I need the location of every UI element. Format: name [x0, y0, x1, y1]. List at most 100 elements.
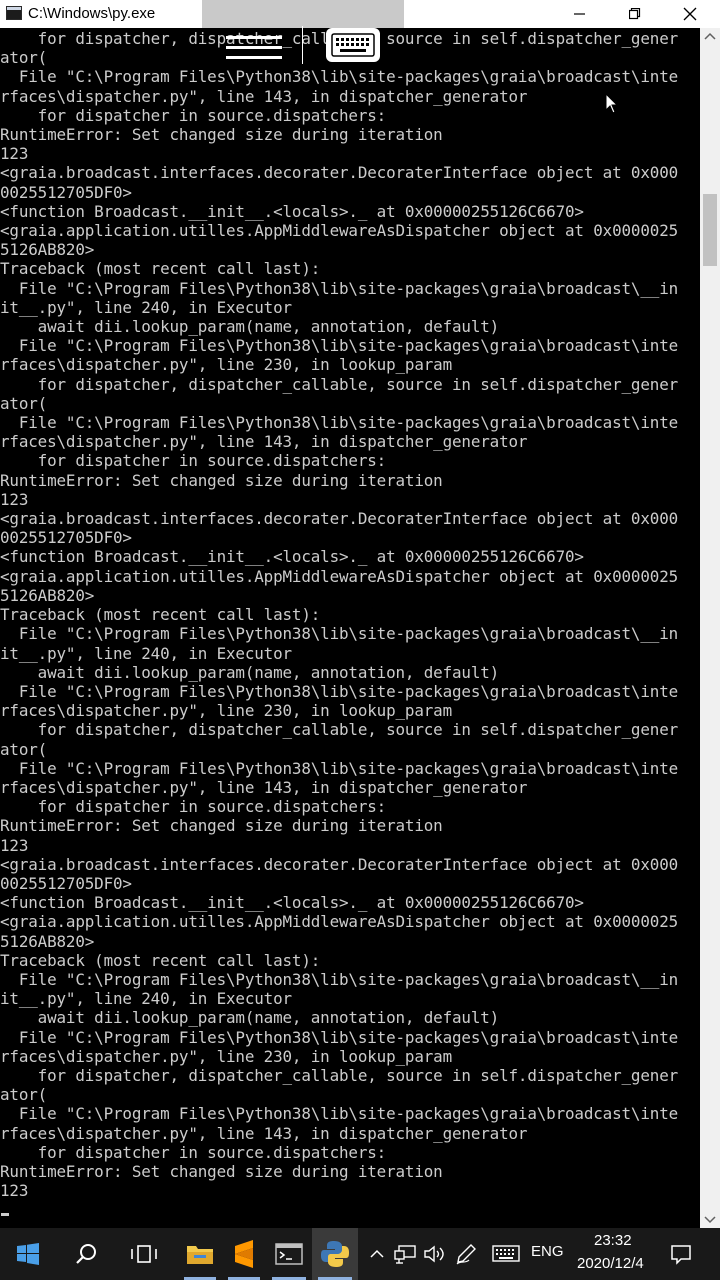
console-line: 0025512705DF0>	[0, 528, 132, 548]
folder-icon	[187, 1246, 213, 1264]
touch-keyboard-icon	[492, 1245, 520, 1262]
console-line: RuntimeError: Set changed size during it…	[0, 1161, 443, 1181]
console-line: for dispatcher in source.dispatchers:	[0, 105, 387, 125]
sublime-text-icon	[235, 1240, 253, 1268]
console-line: for dispatcher, dispatcher_callable, sou…	[0, 374, 679, 394]
start-button[interactable]	[6, 1228, 50, 1280]
console-line: 5126AB820>	[0, 585, 95, 605]
console-line: rfaces\dispatcher.py", line 230, in look…	[0, 701, 453, 721]
terminal-button[interactable]	[266, 1228, 312, 1280]
touch-keyboard-button[interactable]	[488, 1228, 524, 1280]
python-button[interactable]	[312, 1228, 358, 1280]
console-line: File "C:\Program Files\Python38\lib\site…	[0, 278, 679, 298]
windows-logo-icon	[17, 1243, 39, 1265]
console-line: File "C:\Program Files\Python38\lib\site…	[0, 624, 679, 644]
console-line: <graia.broadcast.interfaces.decorater.De…	[0, 509, 679, 529]
console-line: for dispatcher, dispatcher_callable, sou…	[0, 1065, 679, 1085]
console-line: await dii.lookup_param(name, annotation,…	[0, 1008, 500, 1028]
clock-date[interactable]: 2020/12/4	[577, 1255, 644, 1272]
console-line: File "C:\Program Files\Python38\lib\site…	[0, 67, 679, 87]
keyboard-glyph	[331, 33, 375, 57]
show-hidden-icons-button[interactable]	[366, 1228, 388, 1280]
console-line: rfaces\dispatcher.py", line 143, in disp…	[0, 777, 528, 797]
scrollbar-thumb[interactable]	[703, 194, 717, 266]
console-line: File "C:\Program Files\Python38\lib\site…	[0, 1027, 679, 1047]
console-line: for dispatcher in source.dispatchers:	[0, 797, 387, 817]
console-line: for dispatcher in source.dispatchers:	[0, 451, 387, 471]
console-line: Traceback (most recent call last):	[0, 605, 321, 625]
search-button[interactable]	[64, 1228, 108, 1280]
network-icon	[394, 1245, 416, 1264]
pen-workspace-button[interactable]	[452, 1228, 480, 1280]
console-line: RuntimeError: Set changed size during it…	[0, 470, 443, 490]
console-line: 5126AB820>	[0, 240, 95, 260]
search-icon	[76, 1244, 96, 1264]
console-output[interactable]: for dispatcher, dispatcher_callable, sou…	[0, 28, 700, 1228]
restore-icon	[629, 8, 641, 20]
scroll-down-arrow-icon[interactable]	[704, 1216, 716, 1224]
input-language-indicator[interactable]: ENG	[531, 1243, 564, 1260]
console-line: RuntimeError: Set changed size during it…	[0, 816, 443, 836]
task-view-icon	[131, 1245, 157, 1263]
volume-icon	[424, 1245, 444, 1263]
console-line: rfaces\dispatcher.py", line 143, in disp…	[0, 1123, 528, 1143]
console-line: RuntimeError: Set changed size during it…	[0, 125, 443, 145]
mouse-pointer-icon	[605, 93, 619, 114]
minimize-icon	[574, 13, 585, 15]
console-line: 0025512705DF0>	[0, 182, 132, 202]
console-line: it__.py", line 240, in Executor	[0, 297, 292, 317]
close-button[interactable]	[662, 0, 718, 28]
console-line: rfaces\dispatcher.py", line 143, in disp…	[0, 432, 528, 452]
title-bar-drag-region[interactable]	[202, 0, 404, 28]
console-line: rfaces\dispatcher.py", line 143, in disp…	[0, 86, 528, 106]
console-line: ator(	[0, 1085, 48, 1105]
network-button[interactable]	[392, 1228, 418, 1280]
overlay-divider	[302, 26, 303, 64]
console-line: 123	[0, 1181, 29, 1201]
volume-button[interactable]	[420, 1228, 448, 1280]
console-line: File "C:\Program Files\Python38\lib\site…	[0, 681, 679, 701]
console-line: File "C:\Program Files\Python38\lib\site…	[0, 969, 679, 989]
python-icon	[321, 1241, 349, 1267]
sublime-text-button[interactable]	[222, 1228, 266, 1280]
vertical-scrollbar[interactable]	[700, 28, 720, 1228]
restore-button[interactable]	[607, 0, 663, 28]
window-title-bar[interactable]: C:\Windows\py.exe	[0, 0, 720, 28]
console-line: File "C:\Program Files\Python38\lib\site…	[0, 336, 679, 356]
keyboard-icon[interactable]	[326, 28, 380, 62]
console-line: 123	[0, 835, 29, 855]
console-line: <graia.broadcast.interfaces.decorater.De…	[0, 163, 679, 183]
console-line: File "C:\Program Files\Python38\lib\site…	[0, 413, 679, 433]
console-line: ator(	[0, 393, 48, 413]
console-line: <graia.application.utilles.AppMiddleware…	[0, 221, 679, 241]
clock-time[interactable]: 23:32	[594, 1232, 632, 1249]
file-explorer-button[interactable]	[178, 1228, 222, 1280]
pen-icon	[456, 1244, 476, 1265]
console-line: 5126AB820>	[0, 931, 95, 951]
console-line: <function Broadcast.__init__.<locals>._ …	[0, 547, 584, 567]
console-line: <graia.application.utilles.AppMiddleware…	[0, 566, 679, 586]
console-line: 123	[0, 144, 29, 164]
console-line: Traceback (most recent call last):	[0, 259, 321, 279]
action-center-button[interactable]	[660, 1228, 702, 1280]
console-line: for dispatcher in source.dispatchers:	[0, 1142, 387, 1162]
console-line: <function Broadcast.__init__.<locals>._ …	[0, 201, 584, 221]
console-line: it__.py", line 240, in Executor	[0, 989, 292, 1009]
console-line: await dii.lookup_param(name, annotation,…	[0, 317, 500, 337]
console-window-icon	[6, 6, 22, 20]
console-line: File "C:\Program Files\Python38\lib\site…	[0, 1104, 679, 1124]
console-line: 123	[0, 489, 29, 509]
console-line: rfaces\dispatcher.py", line 230, in look…	[0, 1046, 453, 1066]
console-line: File "C:\Program Files\Python38\lib\site…	[0, 758, 679, 778]
task-view-button[interactable]	[120, 1228, 168, 1280]
close-icon	[683, 7, 697, 21]
minimize-button[interactable]	[552, 0, 608, 28]
console-line: <graia.application.utilles.AppMiddleware…	[0, 912, 679, 932]
console-line: Traceback (most recent call last):	[0, 950, 321, 970]
notification-icon	[671, 1245, 691, 1265]
hamburger-menu-icon[interactable]	[226, 36, 282, 62]
console-line: <function Broadcast.__init__.<locals>._ …	[0, 893, 584, 913]
console-line: for dispatcher, dispatcher_callable, sou…	[0, 720, 679, 740]
console-line: <graia.broadcast.interfaces.decorater.De…	[0, 854, 679, 874]
scroll-up-arrow-icon[interactable]	[704, 32, 716, 40]
